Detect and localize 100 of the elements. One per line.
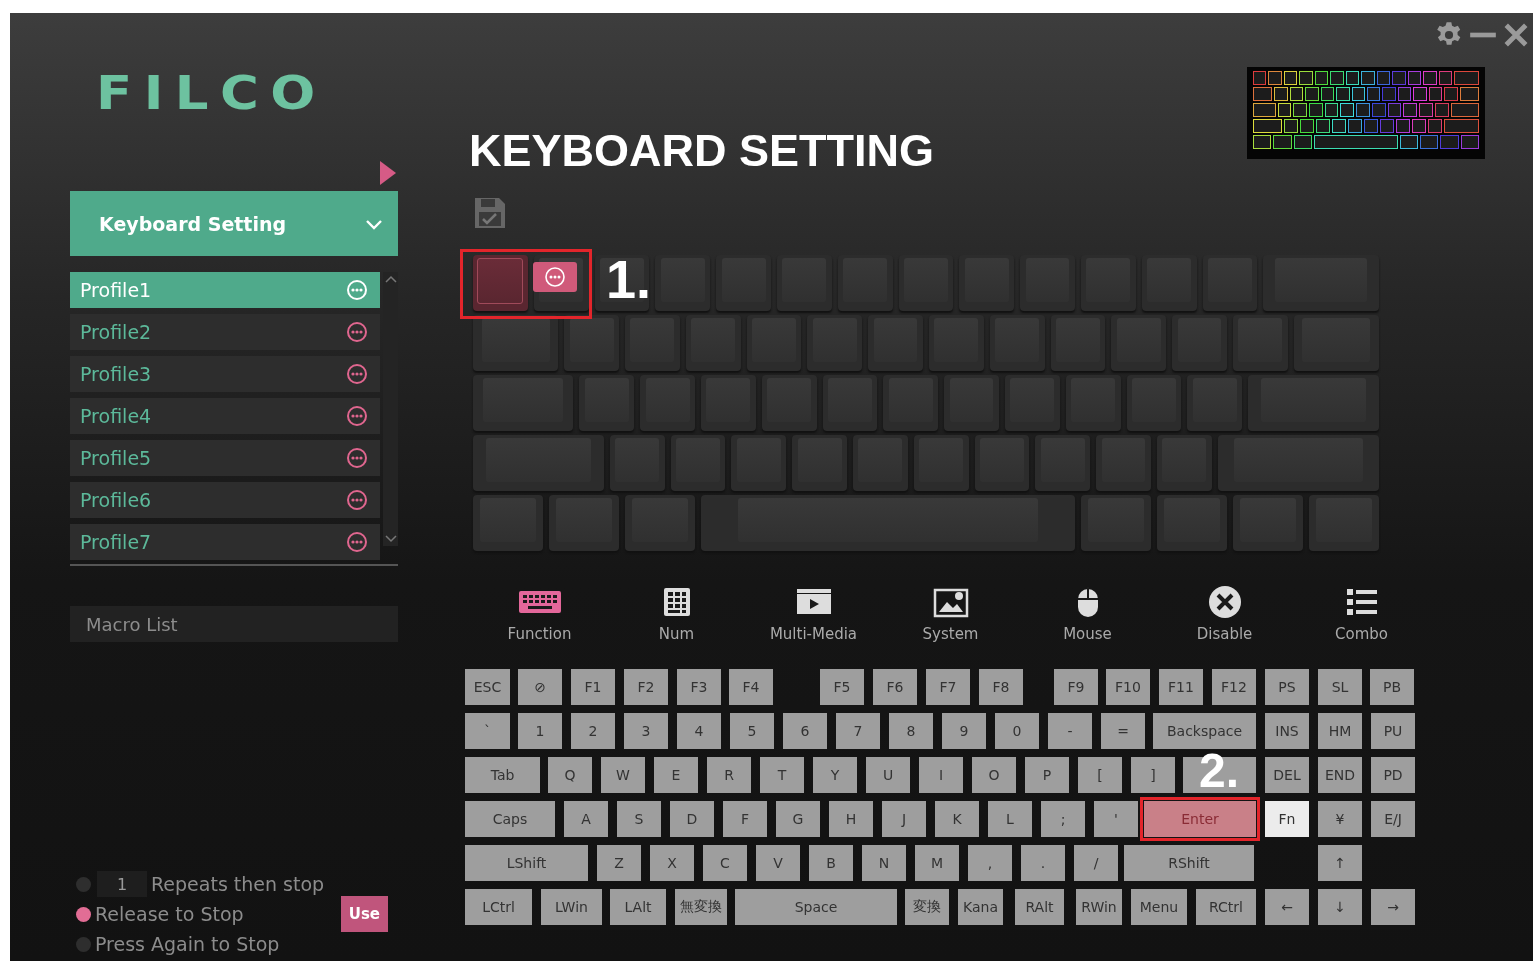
key[interactable]: END xyxy=(1318,757,1362,793)
key[interactable]: L xyxy=(988,801,1032,837)
category-tab[interactable]: Combo xyxy=(1293,583,1430,643)
key[interactable]: X xyxy=(650,845,694,881)
key[interactable]: 変換 xyxy=(905,889,949,925)
key[interactable]: E xyxy=(654,757,698,793)
key[interactable]: → xyxy=(1371,889,1415,925)
key[interactable]: SL xyxy=(1318,669,1362,705)
profile-item[interactable]: Profile7 xyxy=(70,524,380,560)
key[interactable]: . xyxy=(1021,845,1065,881)
key[interactable]: INS xyxy=(1265,713,1309,749)
category-tab[interactable]: Num xyxy=(608,583,745,643)
key[interactable]: LWin xyxy=(541,889,602,925)
key[interactable]: ↑ xyxy=(1318,845,1362,881)
profile-item[interactable]: Profile5 xyxy=(70,440,380,476)
key[interactable]: HM xyxy=(1318,713,1362,749)
key[interactable]: PB xyxy=(1370,669,1414,705)
key[interactable]: O xyxy=(972,757,1016,793)
key[interactable]: F6 xyxy=(873,669,917,705)
key[interactable]: Fn xyxy=(1265,801,1309,837)
category-tab[interactable]: Function xyxy=(471,583,608,643)
repeat-count-field[interactable]: 1 xyxy=(97,871,147,897)
more-icon[interactable] xyxy=(346,405,368,427)
key[interactable]: H xyxy=(829,801,873,837)
key[interactable]: S xyxy=(617,801,661,837)
key[interactable]: I xyxy=(919,757,963,793)
category-tab[interactable]: Disable xyxy=(1156,583,1293,643)
key[interactable]: F5 xyxy=(820,669,864,705)
scrollbar[interactable] xyxy=(383,272,398,546)
key[interactable]: DEL xyxy=(1265,757,1309,793)
profile-item[interactable]: Profile3 xyxy=(70,356,380,392)
key[interactable]: F10 xyxy=(1106,669,1150,705)
profile-item[interactable]: Profile4 xyxy=(70,398,380,434)
key[interactable]: [ xyxy=(1078,757,1122,793)
key[interactable]: RCtrl xyxy=(1196,889,1256,925)
key[interactable]: A xyxy=(564,801,608,837)
key[interactable]: Kana xyxy=(958,889,1003,925)
key[interactable]: ] xyxy=(1131,757,1175,793)
key[interactable]: F7 xyxy=(926,669,970,705)
key[interactable]: U xyxy=(866,757,910,793)
more-icon[interactable] xyxy=(346,363,368,385)
more-icon[interactable] xyxy=(346,321,368,343)
key[interactable]: Backspace xyxy=(1153,713,1256,749)
key[interactable]: 8 xyxy=(889,713,933,749)
key-options-button[interactable] xyxy=(533,262,577,292)
key[interactable]: W xyxy=(601,757,645,793)
key[interactable]: Menu xyxy=(1131,889,1187,925)
key[interactable]: ¥ xyxy=(1318,801,1362,837)
key[interactable]: V xyxy=(756,845,800,881)
category-tab[interactable]: Mouse xyxy=(1019,583,1156,643)
more-icon[interactable] xyxy=(346,489,368,511)
caret-up-icon[interactable] xyxy=(383,274,398,284)
key[interactable]: LShift xyxy=(465,845,588,881)
key[interactable]: RShift xyxy=(1124,845,1254,881)
key[interactable]: , xyxy=(968,845,1012,881)
key[interactable]: ESC xyxy=(465,669,510,705)
key[interactable]: F4 xyxy=(729,669,773,705)
more-icon[interactable] xyxy=(346,531,368,553)
key[interactable]: E/J xyxy=(1371,801,1415,837)
key[interactable]: 4 xyxy=(677,713,721,749)
key[interactable]: F8 xyxy=(979,669,1023,705)
key[interactable]: 無変換 xyxy=(675,889,727,925)
key[interactable]: F12 xyxy=(1212,669,1256,705)
radio-button[interactable] xyxy=(76,936,91,952)
key[interactable]: Z xyxy=(597,845,641,881)
key[interactable]: 2 xyxy=(571,713,615,749)
key[interactable]: 6 xyxy=(783,713,827,749)
key[interactable]: C xyxy=(703,845,747,881)
macro-list-header[interactable]: Macro List xyxy=(70,606,398,642)
key[interactable]: / xyxy=(1074,845,1118,881)
key[interactable]: RWin xyxy=(1076,889,1122,925)
key[interactable]: F xyxy=(723,801,767,837)
caret-down-icon[interactable] xyxy=(383,534,398,544)
radio-button[interactable] xyxy=(76,876,91,892)
key[interactable]: K xyxy=(935,801,979,837)
key[interactable]: ↓ xyxy=(1318,889,1362,925)
key[interactable]: Y xyxy=(813,757,857,793)
key[interactable]: PU xyxy=(1371,713,1415,749)
key[interactable]: 7 xyxy=(836,713,880,749)
key[interactable]: P xyxy=(1025,757,1069,793)
key[interactable]: 9 xyxy=(942,713,986,749)
key[interactable]: - xyxy=(1048,713,1092,749)
key[interactable]: J xyxy=(882,801,926,837)
key[interactable]: G xyxy=(776,801,820,837)
profile-item[interactable]: Profile2 xyxy=(70,314,380,350)
key[interactable]: R xyxy=(707,757,751,793)
section-header[interactable]: Keyboard Setting xyxy=(70,191,398,256)
key[interactable]: ; xyxy=(1041,801,1085,837)
key[interactable]: = xyxy=(1101,713,1145,749)
key[interactable]: 1 xyxy=(518,713,562,749)
key[interactable]: Q xyxy=(548,757,592,793)
more-icon[interactable] xyxy=(346,447,368,469)
key[interactable]: F3 xyxy=(677,669,721,705)
key[interactable]: 0 xyxy=(995,713,1039,749)
triangle-icon[interactable] xyxy=(380,161,396,185)
key[interactable]: Caps xyxy=(465,801,555,837)
key[interactable]: 3 xyxy=(624,713,668,749)
radio-button[interactable] xyxy=(76,906,91,922)
profile-item[interactable]: Profile6 xyxy=(70,482,380,518)
close-icon[interactable] xyxy=(1503,22,1529,48)
